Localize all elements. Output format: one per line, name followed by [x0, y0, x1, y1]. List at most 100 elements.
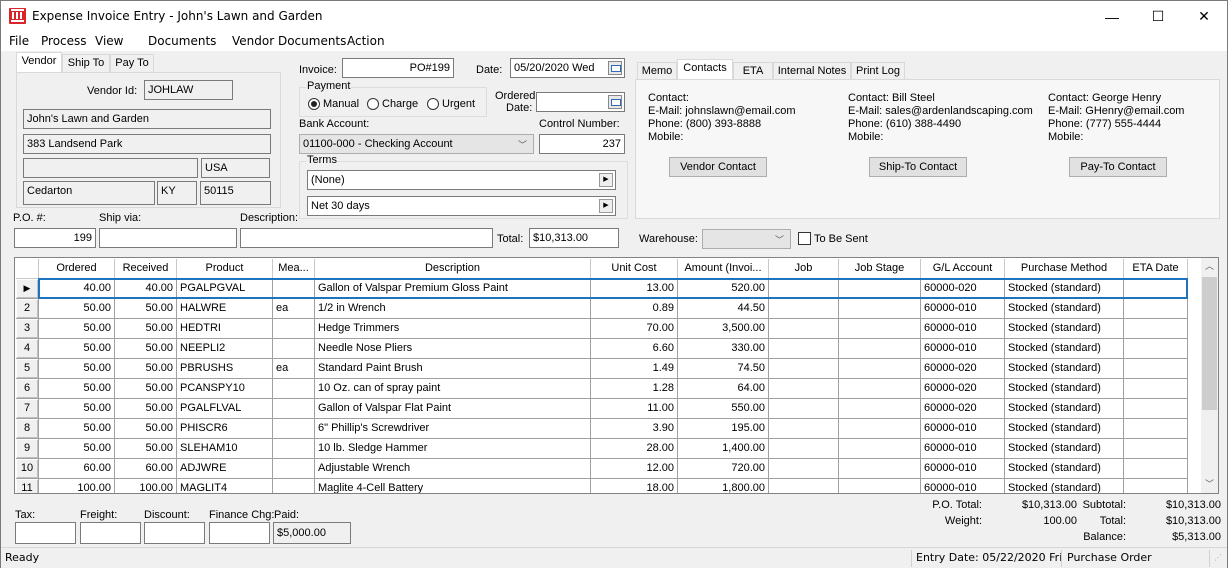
cell-received[interactable]: 50.00 [115, 379, 177, 399]
warehouse-select[interactable]: ﹀ [702, 229, 791, 249]
cell-product[interactable]: SLEHAM10 [177, 439, 273, 459]
tab-ship-to[interactable]: Ship To [62, 54, 110, 72]
cell-unit-cost[interactable]: 70.00 [591, 319, 678, 339]
tab-memo[interactable]: Memo [637, 62, 677, 80]
cell-product[interactable]: NEEPLI2 [177, 339, 273, 359]
cell-amount[interactable]: 74.50 [678, 359, 769, 379]
play-arrow-icon[interactable]: ▶ [599, 173, 613, 187]
cell-amount[interactable]: 330.00 [678, 339, 769, 359]
table-row[interactable]: 2 50.00 50.00 HALWRE ea 1/2 in Wrench 0.89 44.5… [16, 299, 1188, 319]
cell-eta[interactable] [1124, 379, 1188, 399]
vendor-zip-field[interactable]: 50115 [200, 181, 271, 205]
cell-job-stage[interactable] [839, 379, 921, 399]
cell-ordered[interactable]: 50.00 [39, 379, 115, 399]
cell-job[interactable] [769, 479, 839, 493]
freight-field[interactable] [80, 522, 141, 544]
cell-measure[interactable]: ea [273, 299, 315, 319]
cell-description[interactable]: Standard Paint Brush [315, 359, 591, 379]
cell-amount[interactable]: 520.00 [678, 279, 769, 299]
cell-job[interactable] [769, 339, 839, 359]
cell-eta[interactable] [1124, 479, 1188, 493]
po-number-field[interactable]: 199 [14, 228, 96, 248]
cell-gl[interactable]: 60000-020 [921, 379, 1005, 399]
cell-method[interactable]: Stocked (standard) [1005, 479, 1124, 493]
resize-grip-icon[interactable]: ⋰ [1214, 553, 1222, 562]
cell-gl[interactable]: 60000-020 [921, 279, 1005, 299]
cell-measure[interactable] [273, 339, 315, 359]
cell-job-stage[interactable] [839, 299, 921, 319]
cell-ordered[interactable]: 60.00 [39, 459, 115, 479]
row-number[interactable]: 2 [16, 299, 39, 319]
cell-received[interactable]: 50.00 [115, 439, 177, 459]
cell-ordered[interactable]: 50.00 [39, 299, 115, 319]
scroll-up-icon[interactable]: ︿ [1201, 258, 1218, 275]
ship-via-field[interactable] [99, 228, 237, 248]
grid-corner-cell[interactable] [16, 259, 39, 279]
cell-gl[interactable]: 60000-010 [921, 339, 1005, 359]
table-row[interactable]: 3 50.00 50.00 HEDTRI Hedge Trimmers 70.00 3,50… [16, 319, 1188, 339]
cell-amount[interactable]: 1,400.00 [678, 439, 769, 459]
menu-view[interactable]: View [95, 34, 123, 48]
cell-received[interactable]: 50.00 [115, 399, 177, 419]
cell-eta[interactable] [1124, 339, 1188, 359]
cell-eta[interactable] [1124, 399, 1188, 419]
cell-job-stage[interactable] [839, 419, 921, 439]
cell-measure[interactable] [273, 319, 315, 339]
row-number[interactable]: 6 [16, 379, 39, 399]
cell-description[interactable]: Hedge Trimmers [315, 319, 591, 339]
invoice-field[interactable]: PO#199 [342, 58, 454, 78]
column-header-unit-cost[interactable]: Unit Cost [591, 259, 678, 279]
cell-description[interactable]: Gallon of Valspar Premium Gloss Paint [315, 279, 591, 299]
cell-description[interactable]: Adjustable Wrench [315, 459, 591, 479]
cell-measure[interactable] [273, 279, 315, 299]
tab-eta[interactable]: ETA [733, 62, 773, 80]
cell-product[interactable]: MAGLIT4 [177, 479, 273, 493]
cell-job[interactable] [769, 299, 839, 319]
cell-job[interactable] [769, 459, 839, 479]
cell-job[interactable] [769, 379, 839, 399]
cell-product[interactable]: HEDTRI [177, 319, 273, 339]
cell-measure[interactable]: ea [273, 359, 315, 379]
table-row[interactable]: 8 50.00 50.00 PHISCR6 6" Phillip's Screwdriv… [16, 419, 1188, 439]
cell-ordered[interactable]: 50.00 [39, 359, 115, 379]
cell-amount[interactable]: 3,500.00 [678, 319, 769, 339]
cell-method[interactable]: Stocked (standard) [1005, 319, 1124, 339]
cell-received[interactable]: 50.00 [115, 319, 177, 339]
vendor-city-field[interactable]: Cedarton [23, 181, 155, 205]
row-number[interactable]: 4 [16, 339, 39, 359]
scroll-down-icon[interactable]: ﹀ [1201, 476, 1218, 493]
menu-vendor-documents[interactable]: Vendor Documents [232, 34, 346, 48]
menu-process[interactable]: Process [41, 34, 87, 48]
column-header-measure[interactable]: Mea... [273, 259, 315, 279]
cell-job-stage[interactable] [839, 359, 921, 379]
cell-job[interactable] [769, 359, 839, 379]
cell-job-stage[interactable] [839, 279, 921, 299]
row-number[interactable]: 8 [16, 419, 39, 439]
tab-vendor[interactable]: Vendor [16, 52, 62, 72]
cell-gl[interactable]: 60000-010 [921, 459, 1005, 479]
cell-job-stage[interactable] [839, 319, 921, 339]
cell-job[interactable] [769, 319, 839, 339]
cell-description[interactable]: 10 lb. Sledge Hammer [315, 439, 591, 459]
vendor-id-field[interactable]: JOHLAW [144, 80, 233, 100]
cell-eta[interactable] [1124, 359, 1188, 379]
table-row[interactable]: ▶ 40.00 40.00 PGALPGVAL Gallon of Valspar Pr… [16, 279, 1188, 299]
cell-received[interactable]: 100.00 [115, 479, 177, 493]
cell-received[interactable]: 50.00 [115, 359, 177, 379]
table-row[interactable]: 9 50.00 50.00 SLEHAM10 10 lb. Sledge Hammer 2… [16, 439, 1188, 459]
vendor-name-field[interactable]: John's Lawn and Garden [23, 109, 271, 129]
cell-method[interactable]: Stocked (standard) [1005, 279, 1124, 299]
row-number[interactable]: 9 [16, 439, 39, 459]
cell-method[interactable]: Stocked (standard) [1005, 299, 1124, 319]
payment-manual-radio[interactable]: Manual [308, 98, 359, 110]
cell-product[interactable]: PCANSPY10 [177, 379, 273, 399]
cell-eta[interactable] [1124, 419, 1188, 439]
cell-amount[interactable]: 64.00 [678, 379, 769, 399]
cell-ordered[interactable]: 50.00 [39, 419, 115, 439]
cell-unit-cost[interactable]: 1.28 [591, 379, 678, 399]
cell-method[interactable]: Stocked (standard) [1005, 399, 1124, 419]
menu-documents[interactable]: Documents [148, 34, 216, 48]
cell-measure[interactable] [273, 459, 315, 479]
control-number-field[interactable]: 237 [539, 134, 625, 154]
table-row[interactable]: 5 50.00 50.00 PBRUSHS ea Standard Paint Brush… [16, 359, 1188, 379]
